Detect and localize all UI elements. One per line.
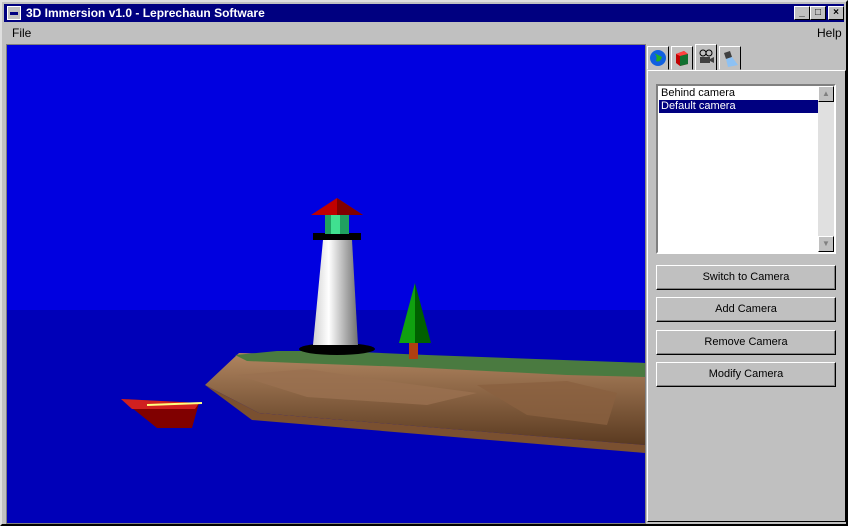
tab-cameras[interactable]	[695, 44, 717, 71]
switch-to-camera-button[interactable]: Switch to Camera	[656, 265, 836, 290]
camera-list-item[interactable]: Behind camera	[659, 87, 821, 100]
tab-world[interactable]	[647, 46, 669, 70]
tab-objects[interactable]	[671, 46, 693, 70]
camera-icon	[699, 49, 714, 63]
camera-list[interactable]: Behind camera Default camera ▲ ▼	[656, 84, 836, 254]
3d-viewport[interactable]	[6, 44, 646, 524]
close-button[interactable]: ×	[828, 6, 844, 20]
scroll-up-arrow-icon[interactable]: ▲	[818, 86, 834, 102]
window-title: 3D Immersion v1.0 - Leprechaun Software	[26, 6, 265, 20]
cube-icon	[676, 51, 688, 66]
minimize-button[interactable]: _	[794, 6, 810, 20]
scroll-down-arrow-icon[interactable]: ▼	[818, 236, 834, 252]
menu-file[interactable]: File	[12, 26, 31, 40]
modify-camera-button[interactable]: Modify Camera	[656, 362, 836, 387]
spotlight-icon	[724, 51, 738, 67]
app-icon[interactable]	[7, 6, 21, 20]
camera-panel: Behind camera Default camera ▲ ▼ Switch …	[647, 44, 847, 522]
add-camera-button[interactable]: Add Camera	[656, 297, 836, 322]
camera-list-scrollbar[interactable]: ▲ ▼	[818, 86, 834, 252]
maximize-button[interactable]: □	[810, 6, 826, 20]
menu-bar: File Help	[4, 23, 844, 42]
remove-camera-button[interactable]: Remove Camera	[656, 330, 836, 355]
globe-icon	[650, 50, 666, 66]
menu-help[interactable]: Help	[817, 26, 842, 40]
app-window: 3D Immersion v1.0 - Leprechaun Software …	[0, 0, 848, 526]
title-bar: 3D Immersion v1.0 - Leprechaun Software …	[4, 4, 844, 22]
tab-lights[interactable]	[719, 46, 741, 70]
camera-list-item-selected[interactable]: Default camera	[658, 99, 822, 114]
